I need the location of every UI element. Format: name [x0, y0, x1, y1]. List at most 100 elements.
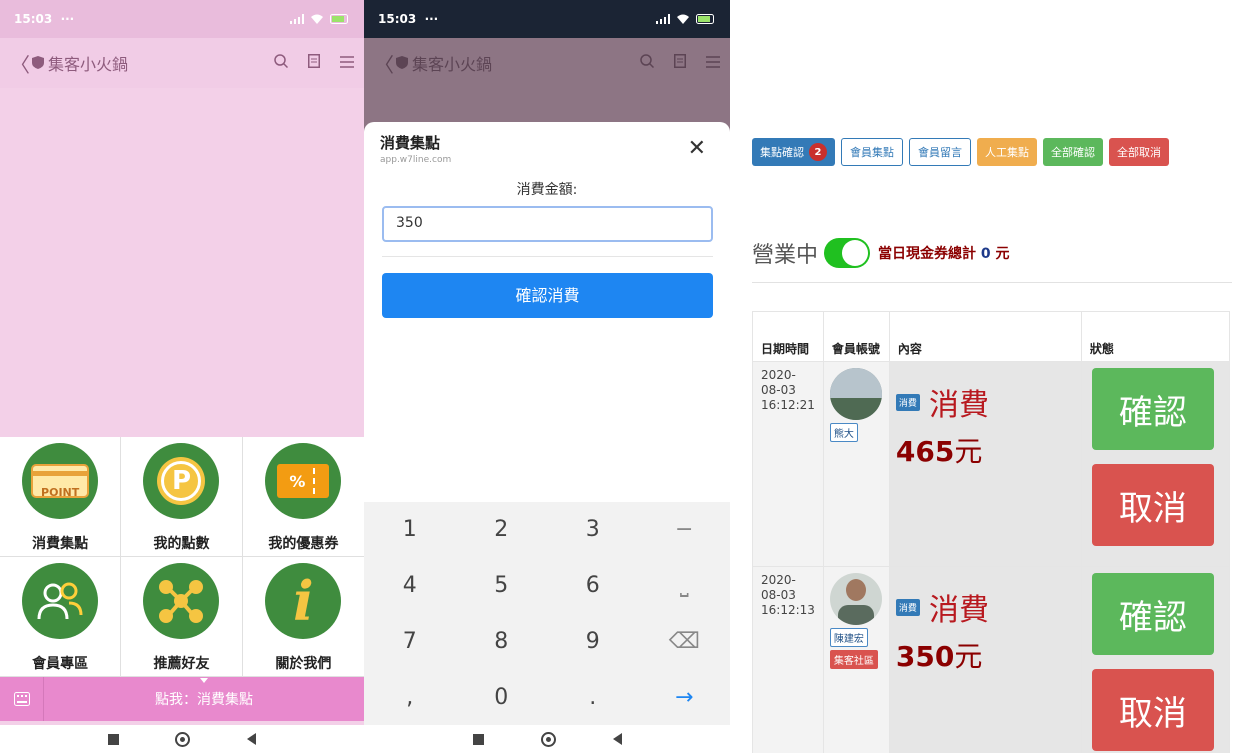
signal-wifi-battery-icon	[656, 14, 716, 24]
key-7[interactable]: 7	[364, 614, 456, 670]
menu-icon[interactable]	[706, 54, 720, 72]
row-status: 確認 取消	[1080, 361, 1231, 567]
member-points-button[interactable]: 會員集點	[841, 138, 903, 166]
keyboard-icon[interactable]	[0, 677, 44, 721]
feature-menu: POINT 消費集點 P 我的點數 % 我的優惠券 會員專區 推薦好友 i 關於…	[0, 437, 364, 677]
header-content: 內容	[888, 311, 1082, 362]
confirm-all-button[interactable]: 全部確認	[1043, 138, 1103, 166]
amount-input[interactable]: 350	[382, 206, 713, 242]
business-status-label: 營業中	[752, 243, 819, 268]
type-chip: 消費	[895, 598, 920, 616]
numeric-keypad: 1 2 3 − 4 5 6 ⎵ 7 8 9 ⌫ , 0 . →	[364, 502, 730, 725]
menu-item-coupons[interactable]: % 我的優惠券	[242, 437, 364, 557]
row-datetime: 2020- 08-03 16:12:21	[752, 361, 824, 567]
key-2[interactable]: 2	[456, 502, 548, 558]
confirm-purchase-button[interactable]: 確認消費	[382, 273, 713, 318]
points-dialog: 消費集點 app.w7line.com ✕ 消費金額: 350 確認消費	[364, 122, 730, 502]
backspace-icon[interactable]: ⌫	[639, 614, 731, 670]
menu-label: 我的點數	[153, 536, 210, 552]
key-9[interactable]: 9	[547, 614, 639, 670]
row-content: 消費 消費 465元	[888, 361, 1082, 567]
content-kind: 消費	[929, 388, 990, 423]
status-bar: 15:03 ···	[364, 0, 730, 38]
back-nav-icon[interactable]	[246, 733, 256, 745]
amount-label: 消費金額:	[516, 182, 578, 198]
key-minus[interactable]: −	[639, 502, 731, 558]
manual-points-button[interactable]: 人工集點	[977, 138, 1037, 166]
recent-apps-icon[interactable]	[472, 733, 484, 745]
menu-item-points[interactable]: POINT 消費集點	[0, 437, 122, 557]
close-icon[interactable]: ✕	[688, 136, 706, 161]
menu-item-member-zone[interactable]: 會員專區	[0, 557, 122, 677]
point-card-icon: POINT	[22, 443, 99, 519]
cancel-button[interactable]: 取消	[1091, 464, 1214, 546]
key-5[interactable]: 5	[456, 558, 548, 614]
back-icon[interactable]: 〈	[374, 49, 396, 78]
search-icon[interactable]	[274, 54, 289, 72]
key-0[interactable]: 0	[456, 669, 548, 725]
confirm-button[interactable]: 確認	[1091, 573, 1214, 655]
content-amount: 350元	[895, 640, 983, 673]
dialog-subtitle: app.w7line.com	[380, 155, 452, 165]
signal-wifi-battery-icon	[290, 14, 350, 24]
admin-panel: 集點確認 2 會員集點 會員留言 人工集點 全部確認 全部取消 營業中 當日現金…	[730, 0, 1251, 753]
key-4[interactable]: 4	[364, 558, 456, 614]
info-icon: i	[265, 563, 342, 639]
cancel-all-button[interactable]: 全部取消	[1109, 138, 1169, 166]
key-period[interactable]: .	[547, 669, 639, 725]
admin-toolbar: 集點確認 2 會員集點 會員留言 人工集點 全部確認 全部取消	[752, 138, 1232, 166]
menu-item-about[interactable]: i 關於我們	[242, 557, 364, 677]
key-1[interactable]: 1	[364, 502, 456, 558]
status-dots: ···	[424, 12, 439, 26]
menu-label: 消費集點	[32, 536, 89, 552]
back-nav-icon[interactable]	[612, 733, 622, 745]
row-status: 確認 取消	[1080, 566, 1231, 753]
row-content: 消費 消費 350元	[888, 566, 1082, 753]
key-3[interactable]: 3	[547, 502, 639, 558]
home-icon[interactable]	[540, 731, 556, 747]
search-icon[interactable]	[640, 54, 655, 72]
row-member: 熊大	[822, 361, 890, 567]
divider	[752, 282, 1232, 283]
members-icon	[22, 563, 99, 639]
open-toggle[interactable]	[824, 238, 871, 268]
shield-icon	[396, 54, 408, 73]
menu-item-refer-friends[interactable]: 推薦好友	[121, 557, 243, 677]
type-chip: 消費	[895, 393, 920, 411]
menu-icon[interactable]	[340, 54, 354, 72]
app-bar: 〈 集客小火鍋	[364, 38, 730, 88]
app-bar: 〈 集客小火鍋	[0, 38, 364, 88]
daily-cash-summary: 當日現金券總計 0 元	[878, 246, 1010, 262]
recent-apps-icon[interactable]	[108, 733, 120, 745]
menu-item-my-points[interactable]: P 我的點數	[121, 437, 243, 557]
bottom-action-bar[interactable]: 點我：消費集點	[0, 677, 364, 721]
row-datetime: 2020- 08-03 16:12:13	[752, 566, 824, 753]
key-comma[interactable]: ,	[364, 669, 456, 725]
dialog-title: 消費集點	[380, 134, 441, 152]
member-messages-button[interactable]: 會員留言	[909, 138, 971, 166]
points-dialog-screen: 15:03 ··· 〈 集客小火鍋 消費集點 app.w7line.com ✕ …	[364, 0, 730, 753]
key-6[interactable]: 6	[547, 558, 639, 614]
cancel-button[interactable]: 取消	[1091, 669, 1214, 751]
document-icon[interactable]	[308, 54, 320, 72]
back-icon[interactable]: 〈	[10, 49, 32, 78]
system-nav-bar	[0, 725, 364, 753]
confirm-points-button[interactable]: 集點確認 2	[752, 138, 835, 166]
next-arrow-icon[interactable]: →	[639, 669, 731, 725]
coupon-icon: %	[265, 443, 342, 519]
status-time: 15:03	[378, 12, 417, 26]
bottom-action-text[interactable]: 點我：消費集點	[44, 678, 364, 709]
space-key-icon[interactable]: ⎵	[639, 558, 731, 614]
member-name-tag: 陳建宏	[829, 628, 868, 647]
confirm-button[interactable]: 確認	[1091, 368, 1214, 450]
status-bar: 15:03 ···	[0, 0, 364, 38]
table-row: 2020- 08-03 16:12:21 熊大 消費 消費 465元 確認 取消	[752, 361, 1231, 567]
business-status: 營業中 當日現金券總計 0 元	[752, 237, 1010, 269]
p-coin-icon: P	[143, 443, 220, 519]
menu-label: 會員專區	[32, 656, 89, 672]
key-8[interactable]: 8	[456, 614, 548, 670]
member-name-tag: 熊大	[829, 423, 858, 442]
member-app-home: 15:03 ··· 〈 集客小火鍋 POINT 消費集點 P 我的點數 % 我的…	[0, 0, 364, 753]
document-icon[interactable]	[674, 54, 686, 72]
home-icon[interactable]	[175, 731, 191, 747]
